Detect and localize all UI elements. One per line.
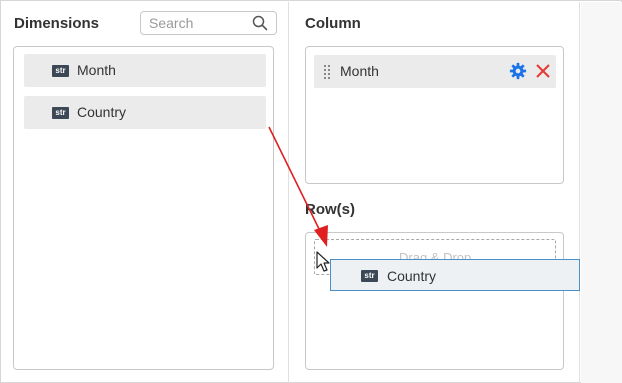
pivot-field-list: Dimensions str Month str Country Column xyxy=(0,0,622,383)
rows-dropzone[interactable]: Drag & Drop xyxy=(305,232,564,370)
dimensions-heading: Dimensions xyxy=(14,15,100,32)
search-input[interactable] xyxy=(149,14,249,32)
drag-handle-icon[interactable] xyxy=(324,65,332,79)
dragging-item-label: Country xyxy=(387,268,437,284)
rows-heading: Row(s) xyxy=(305,201,355,218)
column-item-label: Month xyxy=(340,63,379,79)
dimension-item-label: Month xyxy=(77,62,116,78)
search-box[interactable] xyxy=(140,11,277,35)
dimension-item-month[interactable]: str Month xyxy=(24,54,266,87)
dimensions-list: str Month str Country xyxy=(13,46,274,370)
column-item-month[interactable]: Month xyxy=(314,55,556,88)
side-panel xyxy=(581,2,622,383)
close-icon[interactable] xyxy=(534,62,552,80)
dimension-item-label: Country xyxy=(77,104,127,120)
string-type-badge: str xyxy=(361,270,378,282)
dimensions-pane: Dimensions str Month str Country xyxy=(2,2,289,383)
column-heading: Column xyxy=(305,15,361,32)
dimension-item-country[interactable]: str Country xyxy=(24,96,266,129)
column-dropzone[interactable]: Month xyxy=(305,46,564,184)
dragging-item-country[interactable]: str Country xyxy=(330,259,580,291)
gear-icon[interactable] xyxy=(509,62,527,80)
string-type-badge: str xyxy=(52,107,69,119)
layout-pane: Column Month Row(s) Drag & Drop xyxy=(290,2,580,383)
string-type-badge: str xyxy=(52,65,69,77)
search-icon[interactable] xyxy=(252,15,268,31)
